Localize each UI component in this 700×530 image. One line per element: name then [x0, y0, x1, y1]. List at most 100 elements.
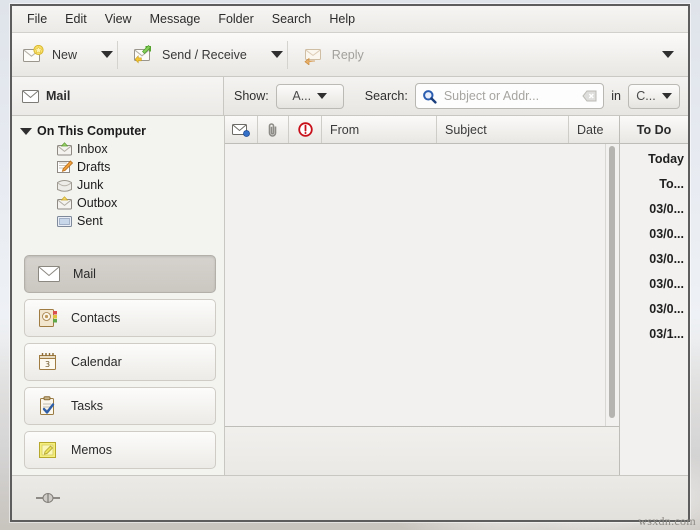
reply-button-label: Reply [331, 47, 364, 62]
folder-tree: On This Computer Inbox Drafts Junk Outbo… [12, 116, 224, 251]
switcher-mail[interactable]: Mail [24, 255, 216, 293]
switcher-tasks-label: Tasks [71, 399, 103, 413]
menu-help[interactable]: Help [320, 9, 364, 29]
folder-item-inbox[interactable]: Inbox [12, 140, 224, 158]
inbox-icon [56, 142, 73, 156]
todo-pane-header: To Do [620, 116, 688, 144]
switcher-contacts-label: Contacts [71, 311, 121, 325]
clear-entry-icon[interactable] [582, 90, 597, 102]
view-switcher: Mail Contacts 3 Calendar Tasks Memos [12, 251, 224, 475]
application-window: File Edit View Message Folder Search Hel… [10, 4, 690, 522]
search-bar: Mail Show: A... Search: Subject or Addr.… [12, 77, 688, 116]
folder-item-drafts[interactable]: Drafts [12, 158, 224, 176]
todo-item[interactable]: 03/0... [620, 272, 688, 297]
show-dropdown-caret-icon [317, 93, 328, 99]
toolbar-separator-1 [117, 40, 119, 69]
scrollbar-thumb[interactable] [609, 146, 615, 418]
menu-folder[interactable]: Folder [209, 9, 262, 29]
column-attachment[interactable] [258, 116, 289, 143]
column-date[interactable]: Date [569, 116, 619, 143]
column-status[interactable] [225, 116, 258, 143]
send-receive-icon [132, 44, 154, 65]
search-scope-value: C... [636, 89, 656, 103]
search-label: Search: [364, 89, 408, 103]
todo-item[interactable]: 03/0... [620, 197, 688, 222]
main-content: On This Computer Inbox Drafts Junk Outbo… [12, 116, 688, 475]
menu-bar: File Edit View Message Folder Search Hel… [12, 6, 688, 33]
search-controls: Show: A... Search: Subject or Addr... in… [224, 77, 688, 115]
column-subject[interactable]: Subject [437, 116, 569, 143]
switcher-mail-label: Mail [73, 267, 96, 281]
search-input[interactable]: Subject or Addr... [414, 83, 605, 109]
switcher-tasks[interactable]: Tasks [24, 387, 216, 425]
message-list-scrollbar[interactable] [605, 144, 619, 426]
sent-icon [56, 214, 73, 228]
important-icon [297, 122, 313, 137]
sidebar-header: Mail [12, 77, 224, 115]
message-preview-pane [225, 426, 619, 475]
switcher-calendar-label: Calendar [71, 355, 122, 369]
tasks-icon [37, 396, 59, 416]
todo-item[interactable]: Today [620, 147, 688, 172]
folder-item-drafts-label: Drafts [77, 160, 111, 174]
reply-icon [302, 45, 324, 65]
new-button-label: New [52, 47, 78, 62]
folder-item-sent[interactable]: Sent [12, 212, 224, 230]
folder-item-outbox-label: Outbox [77, 196, 118, 210]
toolbar-separator-2 [286, 40, 288, 69]
sidebar: On This Computer Inbox Drafts Junk Outbo… [12, 116, 225, 475]
envelope-icon [22, 89, 39, 103]
search-scope-dropdown[interactable]: C... [628, 83, 680, 109]
message-list-header: From Subject Date [225, 116, 619, 144]
show-label: Show: [234, 89, 269, 103]
switcher-memos[interactable]: Memos [24, 431, 216, 469]
svg-text:3: 3 [45, 360, 50, 369]
folder-item-junk[interactable]: Junk [12, 176, 224, 194]
search-scope-caret-icon [661, 93, 672, 99]
send-receive-button[interactable]: Send / Receive [122, 37, 257, 73]
memos-icon [37, 440, 59, 460]
todo-item[interactable]: To... [620, 172, 688, 197]
switcher-contacts[interactable]: Contacts [24, 299, 216, 337]
folder-tree-root[interactable]: On This Computer [12, 122, 224, 140]
menu-search[interactable]: Search [263, 9, 321, 29]
status-bar [12, 475, 688, 520]
resize-handle-icon[interactable] [34, 492, 62, 504]
paperclip-icon [267, 122, 279, 138]
menu-view[interactable]: View [96, 9, 141, 29]
menu-edit[interactable]: Edit [56, 9, 96, 29]
todo-item[interactable]: 03/0... [620, 247, 688, 272]
column-from[interactable]: From [322, 116, 437, 143]
switcher-calendar[interactable]: 3 Calendar [24, 343, 216, 381]
show-dropdown[interactable]: A... [275, 83, 344, 109]
new-button[interactable]: New [12, 37, 87, 73]
send-receive-label: Send / Receive [162, 47, 247, 62]
menu-file[interactable]: File [18, 9, 56, 29]
reply-dropdown-caret-icon[interactable] [662, 51, 674, 58]
todo-item[interactable]: 03/0... [620, 222, 688, 247]
folder-item-inbox-label: Inbox [77, 142, 108, 156]
send-receive-dropdown-caret-icon[interactable] [270, 51, 283, 58]
mail-icon [37, 265, 61, 283]
reply-group: Reply [292, 33, 688, 76]
message-list-pane: From Subject Date [225, 116, 619, 475]
watermark: wsxdn.com [638, 514, 696, 528]
main-toolbar: New Send / Receive Reply [12, 33, 688, 77]
in-label: in [611, 89, 621, 103]
triangle-down-icon[interactable] [20, 127, 32, 135]
new-button-group: New [12, 33, 114, 76]
column-flag[interactable] [289, 116, 322, 143]
menu-message[interactable]: Message [141, 9, 210, 29]
reply-button[interactable]: Reply [292, 37, 374, 73]
folder-item-outbox[interactable]: Outbox [12, 194, 224, 212]
new-dropdown-caret-icon[interactable] [101, 51, 114, 58]
todo-item[interactable]: 03/0... [620, 297, 688, 322]
switcher-memos-label: Memos [71, 443, 112, 457]
magnifier-icon[interactable] [422, 89, 437, 104]
show-dropdown-value: A... [292, 89, 312, 103]
todo-item[interactable]: 03/1... [620, 322, 688, 347]
message-list-body[interactable] [225, 144, 619, 426]
folder-tree-root-label: On This Computer [37, 124, 147, 138]
folder-item-sent-label: Sent [77, 214, 103, 228]
folder-item-junk-label: Junk [77, 178, 104, 192]
